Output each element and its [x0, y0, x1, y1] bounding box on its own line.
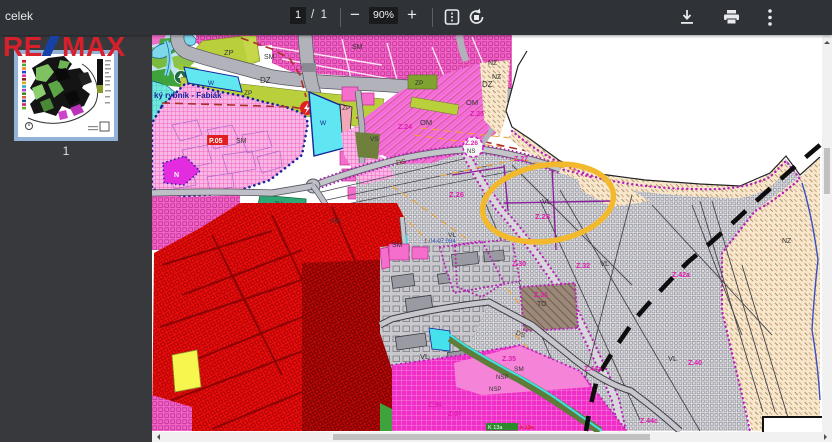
svg-text:P.05: P.05 — [209, 138, 223, 145]
svg-text:Z.26: Z.26 — [465, 140, 478, 147]
svg-text:SM: SM — [236, 138, 247, 145]
svg-text:OM: OM — [466, 98, 478, 107]
svg-text:VL: VL — [600, 259, 609, 268]
svg-text:Z.28: Z.28 — [535, 212, 550, 221]
svg-text:NSP: NSP — [496, 375, 508, 381]
svg-text:VL: VL — [448, 232, 456, 239]
svg-text:W: W — [320, 120, 327, 127]
svg-text:Z.25: Z.25 — [470, 111, 484, 118]
svg-text:SM: SM — [514, 366, 524, 373]
svg-text:ZP: ZP — [342, 105, 350, 112]
svg-text:Z.31: Z.31 — [534, 292, 548, 299]
svg-text:SM: SM — [392, 242, 403, 249]
svg-text:VS: VS — [370, 136, 379, 143]
svg-text:Z.35: Z.35 — [502, 356, 516, 363]
svg-text:Z.44c: Z.44c — [640, 418, 658, 425]
svg-text:K 13a: K 13a — [488, 425, 503, 431]
svg-text:TO: TO — [537, 301, 547, 308]
svg-text:VL: VL — [420, 352, 429, 361]
svg-text:VL: VL — [668, 354, 677, 363]
svg-text:Z.26: Z.26 — [449, 190, 464, 199]
svg-text:Z.24: Z.24 — [398, 124, 412, 131]
svg-text:Z.42a: Z.42a — [672, 272, 690, 279]
svg-text:ZP: ZP — [244, 90, 252, 97]
svg-text:NZ: NZ — [782, 238, 792, 245]
svg-text:Z.40: Z.40 — [688, 360, 702, 367]
svg-text:SM: SM — [264, 54, 275, 61]
svg-text:N: N — [174, 172, 179, 179]
svg-text:SM: SM — [330, 218, 340, 225]
svg-text:VL: VL — [542, 197, 551, 206]
svg-text:NZ: NZ — [492, 74, 502, 81]
svg-text:ZP: ZP — [224, 48, 234, 57]
svg-text:Z.37: Z.37 — [448, 411, 462, 418]
svg-text:SM: SM — [352, 44, 363, 51]
svg-text:Z.34: Z.34 — [428, 402, 442, 409]
svg-text:Z.30: Z.30 — [512, 261, 526, 268]
svg-text:ZP: ZP — [415, 80, 423, 87]
svg-text:NSP: NSP — [489, 387, 501, 393]
svg-text:ký rybník - Fabiák: ký rybník - Fabiák — [154, 91, 222, 100]
svg-text:Z.44a: Z.44a — [584, 366, 602, 373]
svg-text:OM: OM — [420, 118, 432, 127]
svg-text:k 13s: k 13s — [520, 425, 534, 431]
svg-text:1.04.07.084: 1.04.07.084 — [424, 239, 456, 245]
svg-text:Z.27: Z.27 — [514, 156, 528, 163]
svg-text:W: W — [208, 80, 215, 87]
svg-text:DZ: DZ — [260, 76, 271, 85]
svg-text:NS: NS — [467, 149, 475, 155]
svg-text:NZ: NZ — [488, 60, 498, 67]
svg-text:Z.32: Z.32 — [576, 263, 590, 270]
svg-text:DZ: DZ — [482, 80, 493, 89]
